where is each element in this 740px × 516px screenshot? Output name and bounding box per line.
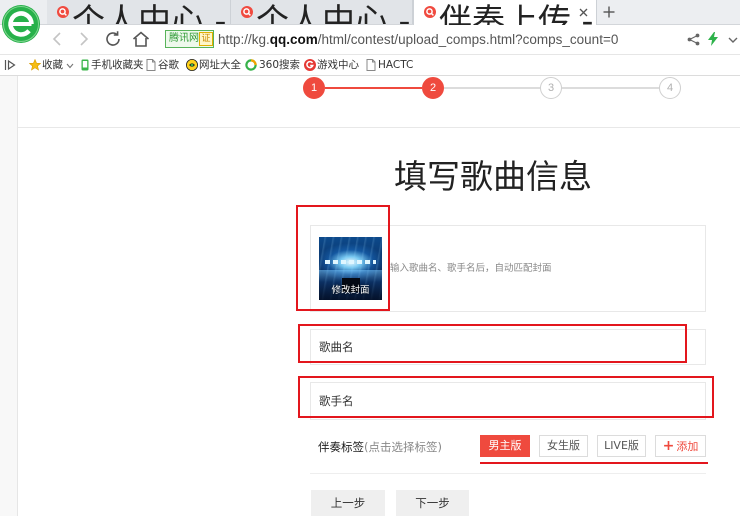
add-tag-button[interactable]: + 添加 [655,435,706,457]
home-icon[interactable] [132,30,150,48]
step-2: 2 [422,77,444,99]
url-path: /html/contest/upload_comps.html?comps_co… [317,32,619,47]
page-icon [146,59,156,71]
forward-icon[interactable] [78,31,90,47]
favorites-dropdown-icon[interactable] [66,63,74,69]
annotation-underline-tags [480,462,708,464]
bookmark-game-center[interactable]: 游戏中心 [317,54,359,76]
bookmark-mobile[interactable]: 手机收藏夹 [91,54,144,76]
tag-label: 女生版 [547,439,580,452]
kge-favicon-icon [57,6,69,18]
prev-step-button[interactable]: 上一步 [311,490,385,516]
share-icon[interactable] [687,33,700,46]
bookmark-web-nav[interactable]: 网址大全 [199,54,241,76]
security-badge-mark: 证 [199,32,213,46]
web-nav-icon [186,59,198,71]
new-tab-plus-icon[interactable] [603,6,615,18]
annotation-box-cover [296,205,390,311]
browser-tab[interactable]: 个人中心 - 全民K歌 [231,0,413,24]
url-domain: qq.com [269,32,318,47]
step-number: 4 [666,82,674,94]
tags-label-row: 伴奏标签(点击选择标签) [318,437,442,457]
url-field[interactable]: http://kg.qq.com/html/contest/upload_com… [218,25,618,54]
step-connector [444,87,540,89]
next-step-button[interactable]: 下一步 [396,490,469,516]
reload-icon[interactable] [104,30,122,48]
tags-label: 伴奏标签 [318,440,364,454]
chevron-down-icon[interactable] [728,36,738,44]
step-4: 4 [659,77,681,99]
tags-hint: (点击选择标签) [364,440,442,454]
step-number: 3 [547,82,555,94]
header-divider [18,127,740,128]
url-prefix: http://kg. [218,32,270,47]
tag-label: LIVE版 [604,439,639,452]
tag-label: 男主版 [488,439,522,452]
page-left-gutter [0,76,18,516]
annotation-box-singer [298,376,714,418]
close-tab-icon[interactable] [579,8,588,17]
plus-icon: + [662,438,675,454]
tab-title: 个人中心 - 全民K歌 [72,1,230,24]
page-title: 填写歌曲信息 [394,157,592,196]
tag-option-male[interactable]: 男主版 [480,435,530,457]
browser-tab[interactable]: 个人中心 - 全民K歌 [47,0,231,24]
game-center-icon [304,59,316,71]
add-tag-label: 添加 [676,440,699,453]
back-icon[interactable] [51,31,63,47]
kge-favicon-icon [241,6,253,18]
browser-tab-active[interactable]: 伴奏上传 - 全民K歌 [413,0,597,25]
step-connector [325,87,422,89]
step-number: 1 [310,82,318,94]
browser-logo-icon[interactable] [1,4,41,44]
search-360-icon [245,59,257,71]
tag-option-live[interactable]: LIVE版 [597,435,646,457]
tags-divider [310,473,706,474]
step-3: 3 [540,77,562,99]
step-connector [562,87,659,89]
annotation-box-song [298,324,687,363]
bookmarks-collapse-icon[interactable] [4,59,16,71]
security-badge-name: 腾讯网 [169,33,199,44]
page-icon [366,59,376,71]
tag-option-female[interactable]: 女生版 [539,435,588,457]
security-badge[interactable]: 腾讯网 证 [165,30,214,48]
bookmark-hactc[interactable]: HACTC [378,54,413,76]
bookmark-google[interactable]: 谷歌 [158,54,179,76]
bookmark-favorites[interactable]: 收藏 [42,54,63,76]
phone-icon [80,59,90,71]
tab-title: 个人中心 - 全民K歌 [256,1,412,24]
kge-favicon-icon [424,6,436,18]
step-1: 1 [303,77,325,99]
lightning-icon[interactable] [708,32,718,46]
bookmark-360-search[interactable]: 360搜索 [259,54,300,76]
step-number: 2 [429,82,437,94]
star-icon [29,59,41,71]
tab-title: 伴奏上传 - 全民K歌 [439,1,596,25]
cover-hint: 输入歌曲名、歌手名后，自动匹配封面 [390,263,552,274]
